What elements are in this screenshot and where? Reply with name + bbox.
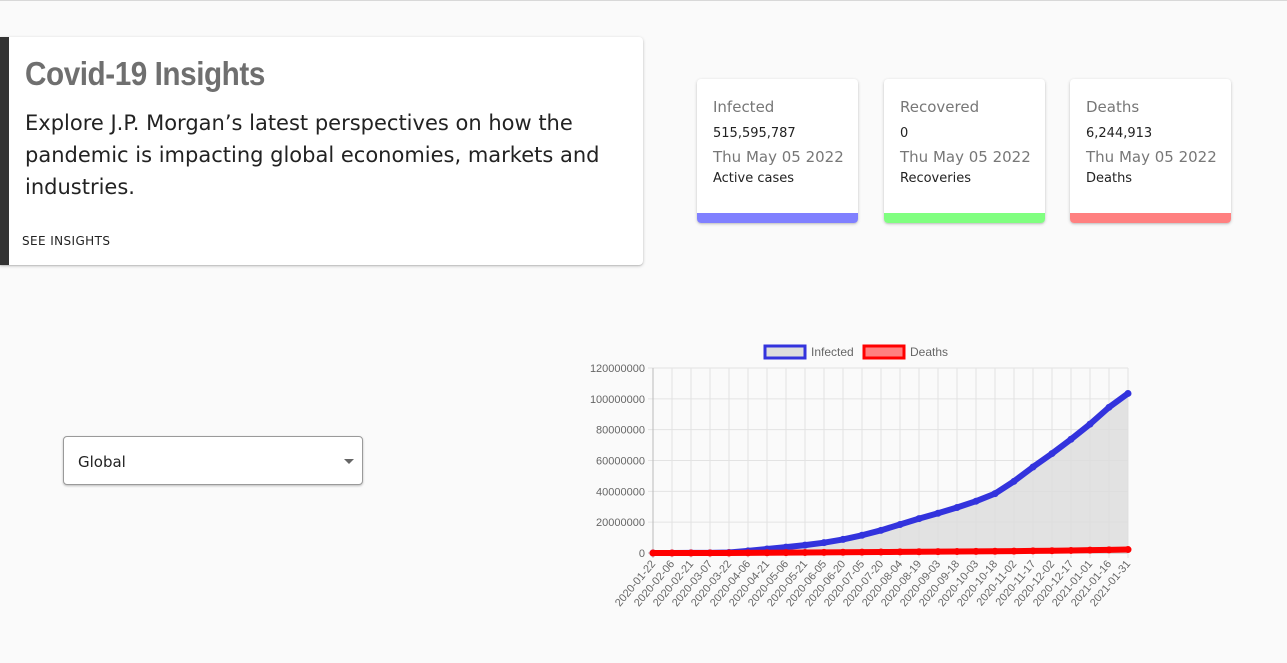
- data-point-infected: [972, 497, 980, 505]
- stat-card-deaths: Deaths 6,244,913 Thu May 05 2022 Deaths: [1070, 79, 1231, 223]
- data-point-deaths: [934, 548, 942, 556]
- y-tick-label: 40000000: [596, 486, 645, 498]
- legend-swatch: [763, 344, 807, 360]
- stat-label: Infected: [713, 98, 775, 116]
- data-point-infected: [1010, 477, 1018, 485]
- legend-swatch: [862, 344, 906, 360]
- stat-value: 515,595,787: [713, 126, 796, 141]
- data-point-infected: [953, 504, 961, 512]
- stat-caption: Active cases: [713, 171, 795, 186]
- data-point-deaths: [1067, 546, 1075, 554]
- data-point-deaths: [858, 548, 866, 556]
- stat-caption: Recoveries: [900, 171, 971, 186]
- data-point-infected: [820, 539, 828, 547]
- data-point-deaths: [820, 548, 828, 556]
- y-tick-label: 120000000: [590, 363, 645, 375]
- data-point-infected: [1067, 435, 1075, 443]
- cases-line-chart: 0 20000000 40000000 60000000 80000000 1000000…: [590, 344, 1133, 609]
- data-point-deaths: [991, 547, 999, 555]
- data-point-infected: [1105, 403, 1113, 411]
- stat-card-recovered: Recovered 0 Thu May 05 2022 Recoveries: [884, 79, 1045, 223]
- stat-label: Deaths: [1086, 98, 1140, 116]
- y-tick-label: 20000000: [596, 517, 645, 529]
- stat-color-bar: [1070, 213, 1231, 223]
- legend-item-deaths: Deaths: [862, 344, 948, 360]
- stat-label: Recovered: [900, 98, 980, 116]
- legend-label: Deaths: [910, 345, 948, 359]
- data-point-deaths: [725, 549, 733, 557]
- stat-date: Thu May 05 2022: [1086, 148, 1217, 166]
- data-point-deaths: [1086, 546, 1094, 554]
- data-point-deaths: [1124, 546, 1132, 554]
- data-point-deaths: [915, 548, 923, 556]
- legend-item-infected: Infected: [763, 344, 854, 360]
- data-point-deaths: [801, 548, 809, 556]
- data-point-deaths: [763, 549, 771, 557]
- data-point-infected: [1029, 463, 1037, 471]
- data-point-deaths: [1048, 547, 1056, 555]
- data-point-deaths: [744, 549, 752, 557]
- data-point-infected: [801, 541, 809, 549]
- data-point-infected: [915, 515, 923, 523]
- data-point-deaths: [972, 547, 980, 555]
- data-point-deaths: [896, 548, 904, 556]
- stat-value: 6,244,913: [1086, 126, 1153, 141]
- data-point-deaths: [877, 548, 885, 556]
- legend-label: Infected: [811, 345, 854, 359]
- data-point-deaths: [1029, 547, 1037, 555]
- data-point-deaths: [706, 549, 714, 557]
- y-tick-label: 60000000: [596, 456, 645, 468]
- data-point-infected: [991, 490, 999, 498]
- stat-value: 0: [900, 126, 909, 141]
- chevron-down-icon: [344, 459, 354, 464]
- data-point-deaths: [649, 549, 657, 557]
- country-select-value: Global: [78, 453, 126, 471]
- y-tick-label: 0: [639, 548, 645, 560]
- stat-caption: Deaths: [1086, 171, 1133, 186]
- stat-card-infected: Infected 515,595,787 Thu May 05 2022 Act…: [697, 79, 858, 223]
- stat-color-bar: [697, 213, 858, 223]
- data-point-deaths: [668, 549, 676, 557]
- country-select[interactable]: Global: [63, 436, 363, 485]
- data-point-infected: [1048, 450, 1056, 458]
- stat-color-bar: [884, 213, 1045, 223]
- data-point-infected: [1124, 389, 1132, 397]
- stat-date: Thu May 05 2022: [713, 148, 844, 166]
- data-point-deaths: [782, 549, 790, 557]
- data-point-deaths: [839, 548, 847, 556]
- top-divider: [0, 0, 1287, 1]
- y-tick-label: 80000000: [596, 425, 645, 437]
- data-point-infected: [934, 509, 942, 517]
- see-insights-button[interactable]: SEE INSIGHTS: [22, 234, 110, 248]
- data-point-infected: [896, 520, 904, 528]
- data-point-deaths: [1010, 547, 1018, 555]
- data-point-deaths: [953, 548, 961, 556]
- insights-card: Covid-19 Insights Explore J.P. Morgan’s …: [0, 37, 643, 265]
- data-point-infected: [858, 531, 866, 539]
- data-point-infected: [839, 535, 847, 543]
- insights-title: Covid-19 Insights: [25, 55, 265, 92]
- data-point-deaths: [1105, 546, 1113, 554]
- data-point-infected: [1086, 420, 1094, 428]
- data-point-deaths: [687, 549, 695, 557]
- series-line-deaths: [650, 546, 1131, 556]
- data-point-infected: [877, 526, 885, 534]
- y-tick-label: 100000000: [590, 394, 645, 406]
- stat-date: Thu May 05 2022: [900, 148, 1031, 166]
- insights-description: Explore J.P. Morgan’s latest perspective…: [25, 111, 600, 199]
